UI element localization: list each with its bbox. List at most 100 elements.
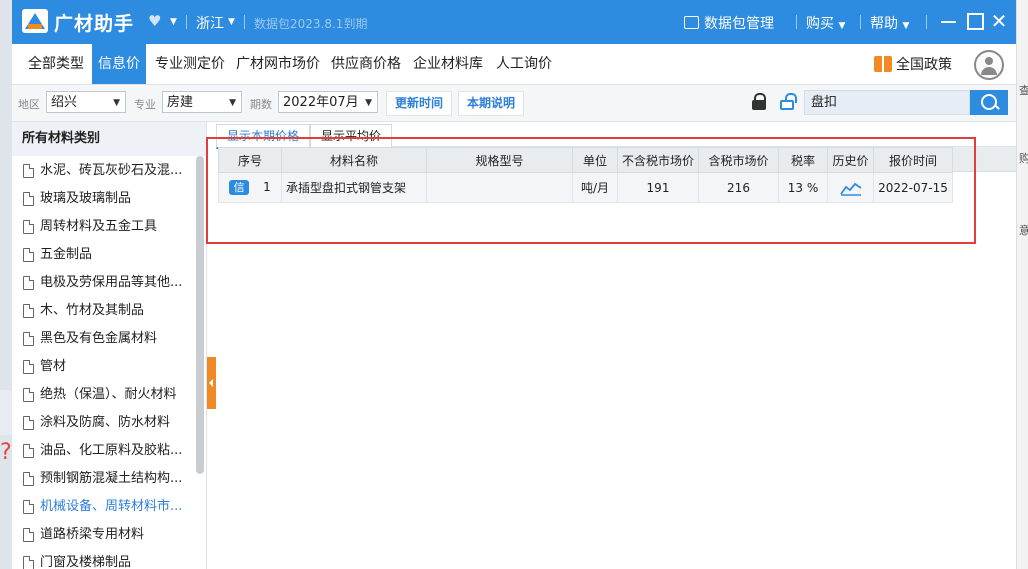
category-label: 门窗及楼梯制品 xyxy=(40,555,132,569)
divider xyxy=(860,15,861,29)
data-package-label: 数据包管理 xyxy=(704,16,774,32)
category-item[interactable]: 涂料及防腐、防水材料 xyxy=(12,409,196,437)
area-label: 地区 xyxy=(18,98,40,111)
column-header[interactable]: 序号 xyxy=(218,147,282,173)
sidebar-header: 所有材料类别 xyxy=(12,122,206,156)
category-label: 电极及劳保用品等其他... xyxy=(40,275,183,290)
divider xyxy=(244,15,245,29)
document-icon xyxy=(23,248,34,262)
category-item-selected[interactable]: 机械设备、周转材料市... xyxy=(12,493,196,521)
category-item[interactable]: 门窗及楼梯制品 xyxy=(12,549,196,569)
menu-item-supplier-price[interactable]: 供应商价格 xyxy=(325,44,407,84)
region-selector[interactable]: 浙江 xyxy=(196,13,224,33)
price-content: 显示本期价格 显示平均价 序号 材料名称 规格型号 单位 不含税市场价 含税市场… xyxy=(216,122,1016,569)
category-item[interactable]: 黑色及有色金属材料 xyxy=(12,325,196,353)
help-menu[interactable]: 帮助 ▼ xyxy=(870,13,909,33)
category-item[interactable]: 绝热（保温）、耐火材料 xyxy=(12,381,196,409)
column-header[interactable]: 含税市场价 xyxy=(698,147,779,173)
menu-item-labor-inquiry[interactable]: 人工询价 xyxy=(490,44,558,84)
category-label: 绝热（保温）、耐火材料 xyxy=(40,387,177,402)
column-header[interactable]: 历史价 xyxy=(827,147,874,173)
table-header-filler xyxy=(953,147,1016,172)
tab-average-price[interactable]: 显示平均价 xyxy=(310,124,393,147)
background-panel xyxy=(0,390,12,435)
spec-cell xyxy=(426,172,573,203)
category-item[interactable]: 木、竹材及其制品 xyxy=(12,297,196,325)
period-select[interactable]: 2022年07月 ▼ xyxy=(278,91,378,113)
tab-current-price[interactable]: 显示本期价格 xyxy=(216,124,311,149)
category-label: 黑色及有色金属材料 xyxy=(40,331,158,346)
menu-item-professional-price[interactable]: 专业测定价 xyxy=(149,44,231,84)
category-item[interactable]: 周转材料及五金工具 xyxy=(12,213,196,241)
table-row[interactable]: 信1 承插型盘扣式钢管支架 吨/月 191 216 13 % 2022-07-1… xyxy=(218,172,953,203)
main-menu: 全部类型 信息价 专业测定价 广材网市场价 供应商价格 企业材料库 人工询价 全… xyxy=(12,44,1016,85)
lock-icon[interactable] xyxy=(752,93,766,110)
category-item[interactable]: 电极及劳保用品等其他... xyxy=(12,269,196,297)
book-icon xyxy=(874,56,892,72)
menu-item-market-price[interactable]: 广材网市场价 xyxy=(230,44,326,84)
category-item[interactable]: 管材 xyxy=(12,353,196,381)
collapse-sidebar-button[interactable] xyxy=(207,357,216,409)
category-item[interactable]: 油品、化工原料及胶粘... xyxy=(12,437,196,465)
expire-notice: 数据包2023.8.1到期 xyxy=(254,17,368,31)
data-package-button[interactable]: 数据包管理 xyxy=(684,13,774,33)
category-item[interactable]: 玻璃及玻璃制品 xyxy=(12,185,196,213)
trend-line-icon[interactable] xyxy=(839,180,862,196)
update-time-button[interactable]: 更新时间 xyxy=(386,91,453,116)
title-bar: 广材助手 ♥ ▼ 浙江 ▼ 数据包2023.8.1到期 数据包管理 购买 ▼ 帮… xyxy=(12,0,1016,44)
favorite-icon[interactable]: ♥ xyxy=(148,12,161,30)
category-label: 道路桥梁专用材料 xyxy=(40,527,145,542)
document-icon xyxy=(23,556,34,569)
national-policy-label: 全国政策 xyxy=(896,57,952,73)
category-item[interactable]: 五金制品 xyxy=(12,241,196,269)
menu-item-all-types[interactable]: 全部类型 xyxy=(22,44,90,84)
column-header[interactable]: 报价时间 xyxy=(873,147,953,173)
close-button[interactable]: ✕ xyxy=(988,10,1010,32)
app-logo-icon xyxy=(22,9,48,33)
buy-menu[interactable]: 购买 ▼ xyxy=(806,13,845,33)
document-icon xyxy=(23,444,34,458)
column-header[interactable]: 单位 xyxy=(572,147,618,173)
document-icon xyxy=(23,528,34,542)
category-sidebar: 所有材料类别 水泥、砖瓦灰砂石及混... 玻璃及玻璃制品 周转材料及五金工具 五… xyxy=(12,122,207,569)
period-note-button[interactable]: 本期说明 xyxy=(458,91,525,116)
view-tabs: 显示本期价格 显示平均价 xyxy=(216,122,1016,149)
category-item[interactable]: 水泥、砖瓦灰砂石及混... xyxy=(12,157,196,185)
category-item[interactable]: 道路桥梁专用材料 xyxy=(12,521,196,549)
document-icon xyxy=(23,192,34,206)
major-select[interactable]: 房建 ▼ xyxy=(162,91,242,113)
divider xyxy=(926,15,927,29)
area-select[interactable]: 绍兴 ▼ xyxy=(46,91,126,113)
column-header[interactable]: 不含税市场价 xyxy=(617,147,699,173)
chevron-down-icon: ▼ xyxy=(902,21,910,31)
unlock-icon[interactable] xyxy=(780,93,797,110)
category-label: 周转材料及五金工具 xyxy=(40,219,158,234)
divider xyxy=(796,15,797,29)
category-label: 涂料及防腐、防水材料 xyxy=(40,415,171,430)
category-label: 水泥、砖瓦灰砂石及混... xyxy=(40,163,183,178)
menu-item-enterprise-library[interactable]: 企业材料库 xyxy=(407,44,489,84)
column-header[interactable]: 材料名称 xyxy=(281,147,427,173)
history-price-cell[interactable] xyxy=(827,172,874,203)
column-header[interactable]: 税率 xyxy=(778,147,828,173)
period-label: 期数 xyxy=(250,98,272,111)
document-icon xyxy=(23,472,34,486)
package-icon xyxy=(684,16,699,29)
menu-item-info-price[interactable]: 信息价 xyxy=(92,44,146,84)
maximize-button[interactable] xyxy=(964,10,986,32)
background-window-left xyxy=(0,0,12,569)
background-help-mark: ? xyxy=(0,440,12,465)
background-window-right: 查 购 意 xyxy=(1016,0,1028,569)
search-button[interactable] xyxy=(970,90,1008,115)
minimize-button[interactable] xyxy=(938,10,960,32)
price-table: 序号 材料名称 规格型号 单位 不含税市场价 含税市场价 税率 历史价 报价时间… xyxy=(218,147,953,203)
avatar[interactable] xyxy=(974,50,1004,80)
document-icon xyxy=(23,332,34,346)
search-input[interactable]: 盘扣 xyxy=(804,90,970,115)
category-item[interactable]: 预制钢筋混凝土结构构... xyxy=(12,465,196,493)
chevron-down-icon[interactable]: ▼ xyxy=(170,17,177,27)
region-dropdown-icon[interactable]: ▼ xyxy=(228,17,235,27)
national-policy-button[interactable]: 全国政策 xyxy=(874,54,952,74)
column-header[interactable]: 规格型号 xyxy=(426,147,573,173)
sidebar-scrollbar[interactable] xyxy=(196,156,204,474)
